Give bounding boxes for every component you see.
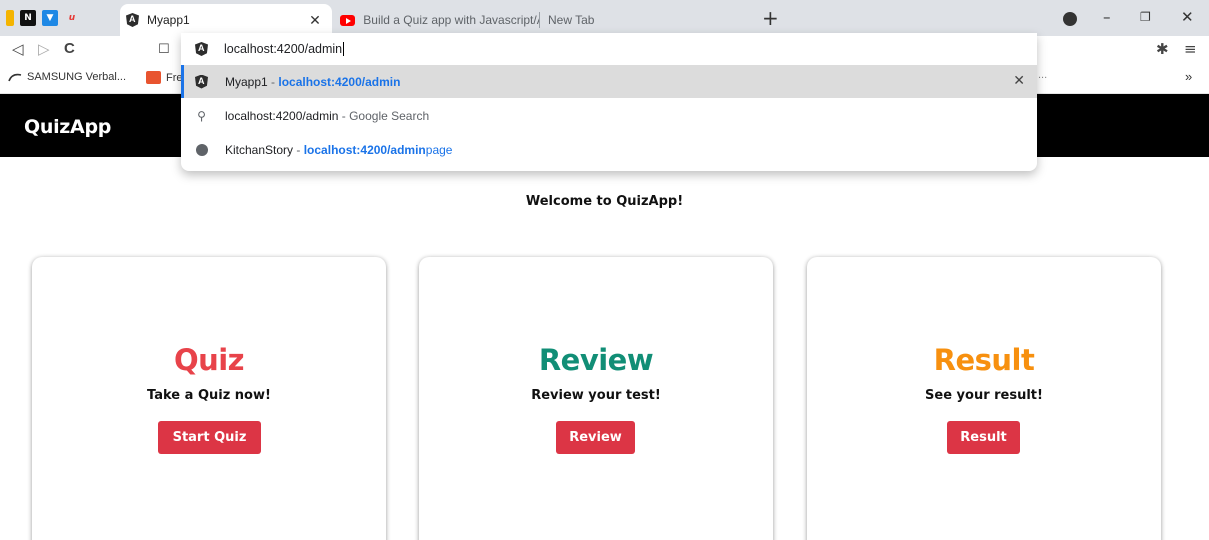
suggestion-separator: - <box>267 74 279 89</box>
address-bar[interactable]: localhost:4200/admin <box>181 33 1037 65</box>
tab-title: New Tab <box>548 13 595 27</box>
bookmarks-overflow: ... <box>1038 69 1048 81</box>
new-tab-button[interactable]: + <box>762 6 779 30</box>
angular-icon <box>195 74 208 89</box>
suggestion-google-search[interactable]: ⚲ localhost:4200/admin - Google Search <box>181 99 1037 132</box>
bookmark-fre[interactable]: Fre <box>146 71 183 84</box>
suggestion-text: Myapp1 - localhost:4200/admin <box>225 75 400 89</box>
suggestion-url: localhost:4200/admin <box>278 74 401 89</box>
back-button[interactable]: ◁ <box>12 40 24 58</box>
suggestion-title: KitchanStory <box>225 142 294 157</box>
flag-app-icon[interactable]: ▼ <box>42 10 58 26</box>
suggestion-text: localhost:4200/admin - Google Search <box>225 109 429 123</box>
quiz-card: Quiz Take a Quiz now! Start Quiz <box>32 257 386 540</box>
address-input[interactable]: localhost:4200/admin <box>224 41 345 57</box>
suggestion-separator: - <box>293 142 304 157</box>
youtube-icon <box>340 14 356 26</box>
suggestion-url-tail: page <box>425 142 453 157</box>
restore-button[interactable]: ❐ <box>1140 10 1151 24</box>
tab-new-tab[interactable]: New Tab <box>540 4 752 36</box>
card-subtitle: Review your test! <box>531 388 661 403</box>
close-tab-icon[interactable]: ✕ <box>308 12 322 29</box>
review-button[interactable]: Review <box>556 421 635 454</box>
review-card: Review Review your test! Review <box>419 257 773 540</box>
text-caret <box>343 42 345 57</box>
app-brand[interactable]: QuizApp <box>24 116 111 138</box>
reload-button[interactable]: C <box>64 40 75 57</box>
menu-icon[interactable]: ≡ <box>1184 40 1197 58</box>
tab-myapp1[interactable]: Myapp1 ✕ <box>120 4 332 36</box>
card-title: Quiz <box>173 343 245 377</box>
result-card: Result See your result! Result <box>807 257 1161 540</box>
remove-suggestion-icon[interactable]: ✕ <box>1013 73 1025 89</box>
omnibox-dropdown: localhost:4200/admin Myapp1 - localhost:… <box>181 33 1037 171</box>
close-window-button[interactable]: ✕ <box>1181 8 1194 26</box>
card-subtitle: Take a Quiz now! <box>147 388 271 403</box>
minimize-button[interactable]: – <box>1103 8 1111 26</box>
bookmark-icon[interactable]: ☐ <box>158 42 170 57</box>
globe-icon <box>196 143 208 156</box>
bookmark-favicon-icon <box>146 71 161 84</box>
suggestion-url: localhost:4200/admin <box>303 142 426 157</box>
bookmark-samsung[interactable]: SAMSUNG Verbal... <box>8 71 126 83</box>
search-icon: ⚲ <box>197 108 206 123</box>
angular-icon <box>195 42 208 56</box>
result-button[interactable]: Result <box>947 421 1020 454</box>
tab-youtube[interactable]: Build a Quiz app with Javascript/Angu <box>334 4 540 36</box>
script-app-icon[interactable]: u <box>64 10 80 26</box>
chart-app-icon[interactable] <box>6 10 14 26</box>
bookmark-label: SAMSUNG Verbal... <box>27 71 127 83</box>
card-title: Review <box>538 343 654 377</box>
card-title: Result <box>933 343 1035 377</box>
suggestion-title: Myapp1 <box>225 74 268 89</box>
suggestion-kitchanstory[interactable]: KitchanStory - localhost:4200/adminpage <box>181 133 1037 166</box>
profile-icon[interactable] <box>1063 12 1077 26</box>
tab-title: Myapp1 <box>147 13 190 27</box>
tab-title: Build a Quiz app with Javascript/Angu <box>363 13 540 27</box>
suggestion-myapp1[interactable]: Myapp1 - localhost:4200/admin ✕ <box>181 65 1037 98</box>
samsung-icon <box>8 73 22 82</box>
forward-button[interactable]: ▷ <box>38 40 50 58</box>
suggestion-title: localhost:4200/admin <box>225 108 339 123</box>
notion-app-icon[interactable]: N <box>20 10 36 26</box>
suggestion-detail: - Google Search <box>338 108 430 123</box>
address-value: localhost:4200/admin <box>224 41 343 56</box>
bookmarks-more-button[interactable]: » <box>1185 69 1192 84</box>
suggestion-text: KitchanStory - localhost:4200/adminpage <box>225 143 452 157</box>
card-subtitle: See your result! <box>925 388 1043 403</box>
extensions-icon[interactable]: ✱ <box>1156 40 1169 58</box>
start-quiz-button[interactable]: Start Quiz <box>158 421 261 454</box>
welcome-heading: Welcome to QuizApp! <box>525 194 684 209</box>
pinned-tab-icons: N ▼ u <box>6 10 80 26</box>
angular-icon <box>126 13 139 27</box>
browser-tab-bar: N ▼ u Myapp1 ✕ Build a Quiz app with Jav… <box>0 0 1209 36</box>
